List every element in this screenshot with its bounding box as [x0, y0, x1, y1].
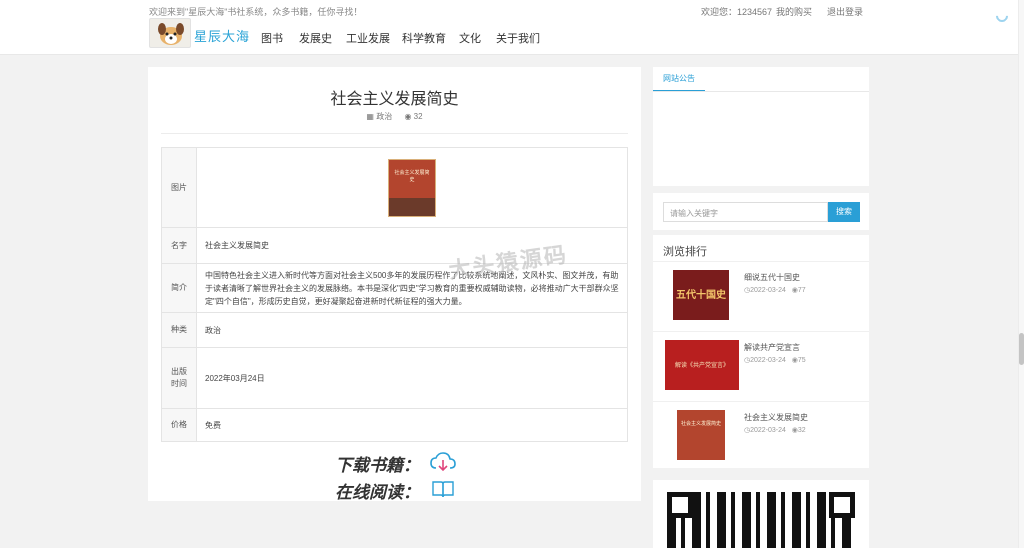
- cover-text: 五代十国史: [676, 290, 726, 301]
- rank-item-meta: ◷2022-03-24 ◉32: [744, 426, 806, 434]
- read-online-label: 在线阅读：: [335, 483, 420, 502]
- tab-notice[interactable]: 网站公告: [653, 67, 705, 92]
- notice-card: 网站公告: [653, 67, 869, 186]
- cover-text: 社会主义发展简史: [680, 421, 721, 427]
- list-item[interactable]: 社会主义发展简史 社会主义发展简史 ◷2022-03-24 ◉32: [653, 401, 869, 471]
- category-meta: ▦ 政治: [366, 112, 394, 121]
- views-meta: ◉ 32: [404, 112, 422, 121]
- ranking-title: 浏览排行: [663, 246, 707, 258]
- price-label: 价格: [161, 408, 197, 442]
- nav-science-education[interactable]: 科学教育: [402, 30, 446, 46]
- image-label: 图片: [161, 147, 197, 228]
- table-row: 名字 社会主义发展简史: [161, 227, 628, 264]
- search-button[interactable]: 搜索: [828, 202, 860, 222]
- intro-label: 简介: [161, 263, 197, 313]
- book-cover-image[interactable]: 社会主义发展简史: [388, 158, 436, 217]
- logout-link[interactable]: 退出登录: [827, 5, 863, 18]
- list-item[interactable]: 解读《共产党宣言》 解读共产党宣言 ◷2022-03-24 ◉75: [653, 331, 869, 401]
- rank-item-name[interactable]: 社会主义发展简史: [744, 412, 808, 423]
- table-row: 简介 中国特色社会主义进入新时代等方面对社会主义500多年的发展历程作了比较系统…: [161, 263, 628, 313]
- rank-item-views: 77: [797, 287, 806, 294]
- cover-text: 解读《共产党宣言》: [674, 362, 729, 369]
- logo-text[interactable]: 星辰大海: [194, 26, 250, 45]
- nav-about[interactable]: 关于我们: [496, 30, 540, 46]
- qr-finder: [667, 492, 693, 518]
- logo-image[interactable]: [149, 18, 191, 48]
- name-label: 名字: [161, 227, 197, 264]
- category-value: 政治: [196, 312, 628, 348]
- date-value: 2022年03月24日: [196, 347, 628, 409]
- rank-item-name[interactable]: 细说五代十国史: [744, 272, 800, 283]
- open-book-icon[interactable]: [432, 480, 454, 498]
- dog-mascot-icon: [158, 23, 184, 45]
- rank-item-views: 32: [797, 427, 806, 434]
- name-value: 社会主义发展简史: [196, 227, 628, 264]
- nav-books[interactable]: 图书: [261, 30, 283, 46]
- download-label: 下载书籍：: [335, 456, 420, 475]
- nav-culture[interactable]: 文化: [459, 30, 481, 46]
- category-icon: ▦: [366, 112, 374, 121]
- date-label: 出版时间: [161, 347, 197, 409]
- table-row: 出版时间 2022年03月24日: [161, 347, 628, 409]
- intro-value: 中国特色社会主义进入新时代等方面对社会主义500多年的发展历程作了比较系统地阐述…: [196, 263, 628, 313]
- scrollbar-thumb[interactable]: [1019, 333, 1024, 365]
- book-detail-panel: 社会主义发展简史 ▦ 政治 ◉ 32 图片 社会主义发展简史 名字 社会主义发展…: [148, 67, 641, 502]
- rank-item-meta: ◷2022-03-24 ◉77: [744, 286, 806, 294]
- my-purchases-link[interactable]: 我的购买: [776, 5, 812, 18]
- list-item[interactable]: 五代十国史 细说五代十国史 ◷2022-03-24 ◉77: [653, 261, 869, 331]
- cloud-download-icon[interactable]: [430, 452, 456, 472]
- rank-item-name[interactable]: 解读共产党宣言: [744, 342, 800, 353]
- title-divider: [161, 133, 628, 134]
- search-card: 请输入关键字 搜索: [653, 193, 869, 230]
- notice-divider: [653, 91, 869, 92]
- table-row: 图片 社会主义发展简史: [161, 147, 628, 228]
- table-row: 种类 政治: [161, 312, 628, 348]
- category-value: 政治: [376, 112, 393, 121]
- views-value: 32: [413, 112, 423, 121]
- ranking-card: 浏览排行 五代十国史 细说五代十国史 ◷2022-03-24 ◉77 解读《共产…: [653, 235, 869, 468]
- rank-item-date: 2022-03-24: [750, 427, 786, 434]
- book-cover-image[interactable]: 解读《共产党宣言》: [665, 340, 739, 390]
- qr-code-image: [667, 492, 855, 548]
- book-meta: ▦ 政治 ◉ 32: [148, 111, 641, 122]
- rank-item-date: 2022-03-24: [750, 287, 786, 294]
- search-input[interactable]: 请输入关键字: [663, 202, 828, 222]
- table-row: 价格 免费: [161, 408, 628, 442]
- cover-title: 社会主义发展简史: [394, 169, 430, 183]
- rank-item-date: 2022-03-24: [750, 357, 786, 364]
- category-label: 种类: [161, 312, 197, 348]
- qr-code-card: [653, 480, 869, 548]
- image-cell: 社会主义发展简史: [196, 147, 628, 228]
- nav-history[interactable]: 发展史: [299, 30, 332, 46]
- site-header: 欢迎来到"星辰大海"书社系统，众多书籍，任你寻找！ 欢迎您：1234567 我的…: [0, 0, 1018, 55]
- rank-item-meta: ◷2022-03-24 ◉75: [744, 356, 806, 364]
- scrollbar-track[interactable]: [1018, 0, 1024, 548]
- book-cover-image[interactable]: 五代十国史: [673, 270, 729, 320]
- book-title: 社会主义发展简史: [330, 91, 459, 108]
- nav-industry[interactable]: 工业发展: [346, 30, 390, 46]
- rank-item-views: 75: [797, 357, 806, 364]
- user-greeting[interactable]: 欢迎您：1234567: [701, 5, 772, 18]
- eye-icon: ◉: [404, 112, 412, 121]
- price-value: 免费: [196, 408, 628, 442]
- welcome-text: 欢迎来到"星辰大海"书社系统，众多书籍，任你寻找！: [149, 7, 363, 17]
- book-cover-image[interactable]: 社会主义发展简史: [677, 410, 725, 460]
- cover-bottom: [389, 197, 435, 216]
- book-info-table: 图片 社会主义发展简史 名字 社会主义发展简史 简介 中国特色社会主义进入新时代…: [161, 147, 628, 442]
- qr-finder: [829, 492, 855, 518]
